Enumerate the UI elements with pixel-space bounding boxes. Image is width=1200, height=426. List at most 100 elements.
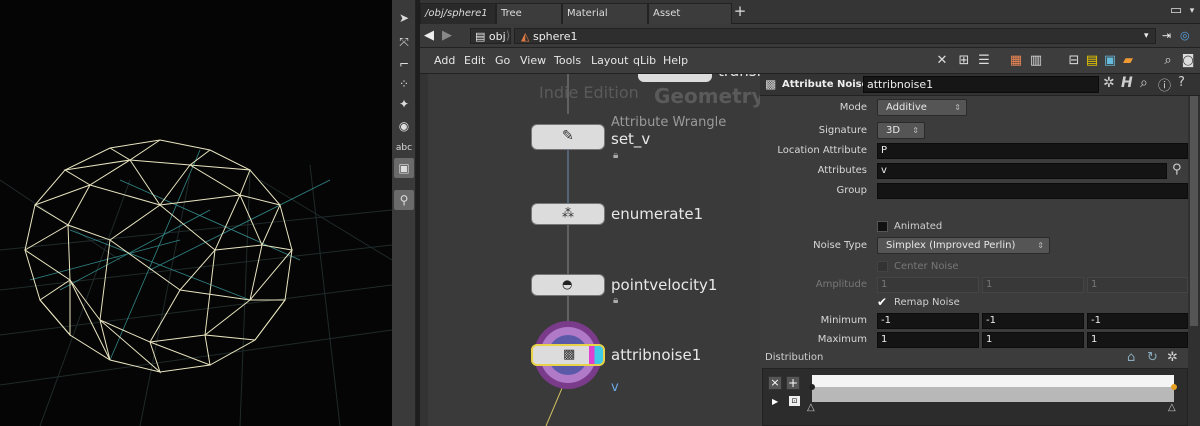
ramp-point-end[interactable] xyxy=(1171,384,1177,390)
menu-view[interactable]: View xyxy=(520,54,546,67)
lock-icon[interactable]: 🔒︎ xyxy=(613,150,618,161)
tab-bar: /obj/sphere1× Tree View× Material Palett… xyxy=(420,0,1200,39)
select-tool-icon[interactable]: ➤ xyxy=(394,8,414,28)
tab-asset-browser[interactable]: Asset Browser× xyxy=(648,3,732,39)
node-attribnoise1[interactable]: ▩ xyxy=(531,344,605,366)
path-root[interactable]: ▤ obj xyxy=(470,28,511,44)
group-label: Group xyxy=(836,185,867,196)
ramp-reset-icon[interactable]: ↻ xyxy=(1147,350,1158,365)
scrollbar-thumb[interactable] xyxy=(1190,96,1198,326)
signature-dropdown[interactable]: 3D ⇕ xyxy=(877,122,925,139)
amplitude-z-field[interactable]: 1 xyxy=(1087,277,1188,293)
wrench-icon[interactable]: ✕ xyxy=(934,53,950,69)
pane-arrow-icon[interactable]: ▾ xyxy=(1184,3,1200,19)
menu-edit[interactable]: Edit xyxy=(464,54,485,67)
forward-icon[interactable]: ▶ xyxy=(442,28,452,44)
layout-icon[interactable]: ⊟ xyxy=(1066,53,1082,69)
text-tool-label[interactable]: abc xyxy=(394,138,414,158)
box-icon[interactable]: ▰ xyxy=(1120,53,1136,69)
noise-type-dropdown[interactable]: Simplex (Improved Perlin) ⇕ xyxy=(877,237,1050,254)
center-noise-checkbox[interactable] xyxy=(877,261,888,272)
node-transform-partial[interactable] xyxy=(638,74,712,82)
noise-type-value: Simplex (Improved Perlin) xyxy=(886,240,1016,251)
ramp-play-icon[interactable]: ▶ xyxy=(772,397,778,406)
camera-icon[interactable]: ◙ xyxy=(1180,53,1196,69)
path-dropdown-icon[interactable]: ▾ xyxy=(1144,28,1149,44)
network-editor[interactable]: transf Indie Edition Geometry ✎ Attribut… xyxy=(420,74,760,426)
location-attribute-field[interactable]: P xyxy=(877,143,1188,159)
ramp-delete-icon[interactable]: × xyxy=(768,376,782,390)
lock-icon[interactable]: 🔒︎ xyxy=(613,295,618,306)
viewport-3d[interactable] xyxy=(0,0,392,426)
points-tool-icon[interactable]: ⁘ xyxy=(394,74,414,94)
node-set-v[interactable]: ✎ xyxy=(531,124,605,150)
add-tab-icon[interactable]: + xyxy=(732,3,748,19)
maximum-z-field[interactable]: 1 xyxy=(1087,332,1188,348)
tab-material-palette[interactable]: Material Palette× xyxy=(562,3,648,39)
minimum-x-field[interactable]: -1 xyxy=(877,313,979,329)
ramp-preset-icon[interactable]: ⌂ xyxy=(1127,350,1135,365)
node-label-pointvelocity1: pointvelocity1 xyxy=(611,276,718,294)
image-icon[interactable]: ▣ xyxy=(1102,53,1118,69)
ramp-key-start-icon[interactable]: △ xyxy=(807,402,815,413)
palette-icon[interactable]: ▦ xyxy=(1008,53,1024,69)
attribute-picker-icon[interactable]: ⚲ xyxy=(1172,162,1182,177)
updown-icon: ⇕ xyxy=(954,103,961,112)
back-icon[interactable]: ◀ xyxy=(424,28,434,44)
tab-network[interactable]: /obj/sphere1× xyxy=(420,3,504,24)
pin-tool-icon[interactable]: ⚲ xyxy=(394,190,414,210)
brush-tool-icon[interactable]: ✦ xyxy=(394,94,414,114)
help-h-icon[interactable]: H xyxy=(1121,75,1133,91)
minimum-y-field[interactable]: -1 xyxy=(982,313,1084,329)
gear-icon[interactable]: ✲ xyxy=(1103,75,1115,91)
mode-label: Mode xyxy=(839,102,867,113)
node-group-hint: v xyxy=(611,380,619,395)
pin-icon[interactable]: ⇥ xyxy=(1162,28,1171,44)
handle-tool-icon[interactable]: ⤧ xyxy=(394,32,414,52)
search-icon[interactable]: ⌕ xyxy=(1140,75,1148,91)
link-icon[interactable]: ◎ xyxy=(1180,28,1190,44)
animated-checkbox[interactable] xyxy=(877,221,888,232)
maximum-x-field[interactable]: 1 xyxy=(877,332,979,348)
checkmark-icon[interactable]: ✔ xyxy=(877,295,887,309)
ground-grid xyxy=(0,164,392,426)
tree-icon[interactable]: ⊞ xyxy=(956,53,972,69)
tab-tree-view[interactable]: Tree View× xyxy=(496,3,562,39)
menu-layout[interactable]: Layout xyxy=(591,54,628,67)
minimum-z-field[interactable]: -1 xyxy=(1087,313,1188,329)
menu-go[interactable]: Go xyxy=(495,54,510,67)
info-icon[interactable]: ⓘ xyxy=(1158,75,1171,94)
list-icon[interactable]: ☰ xyxy=(976,53,992,69)
ramp-key-end-icon[interactable]: △ xyxy=(1168,402,1176,413)
node-enumerate1[interactable]: ⁂ xyxy=(531,203,605,225)
menu-qlib[interactable]: qLib xyxy=(633,54,656,67)
edge-tool-icon[interactable]: ⌐ xyxy=(394,54,414,74)
remap-noise-label: Remap Noise xyxy=(894,297,960,308)
grid-icon[interactable]: ▥ xyxy=(1028,53,1044,69)
location-attribute-label: Location Attribute xyxy=(777,145,867,156)
path-current[interactable]: ◭ sphere1 xyxy=(514,28,1156,44)
pane-menu-icon[interactable]: ▭ xyxy=(1168,3,1184,19)
node-name-field[interactable]: attribnoise1 xyxy=(863,76,1099,93)
search-icon[interactable]: ⌕ xyxy=(1160,53,1176,69)
help-icon[interactable]: ? xyxy=(1178,75,1185,90)
amplitude-y-field[interactable]: 1 xyxy=(982,277,1084,293)
amplitude-x-field[interactable]: 1 xyxy=(877,277,979,293)
menu-tools[interactable]: Tools xyxy=(554,54,581,67)
attributes-field[interactable]: v xyxy=(877,163,1167,179)
amplitude-label: Amplitude xyxy=(815,279,867,290)
group-field[interactable] xyxy=(877,183,1188,199)
node-pointvelocity1[interactable]: ◓ xyxy=(531,274,605,296)
ramp-curve-area[interactable] xyxy=(812,387,1174,402)
image-tool-icon[interactable]: ▣ xyxy=(394,158,414,178)
gear-icon[interactable]: ✲ xyxy=(1167,350,1178,365)
ramp-add-icon[interactable]: + xyxy=(786,376,800,390)
mode-dropdown[interactable]: Additive ⇕ xyxy=(877,99,967,116)
record-tool-icon[interactable]: ◉ xyxy=(394,116,414,136)
menu-help[interactable]: Help xyxy=(663,54,688,67)
note-icon[interactable]: ▤ xyxy=(1084,53,1100,69)
menu-add[interactable]: Add xyxy=(434,54,455,67)
maximum-y-field[interactable]: 1 xyxy=(982,332,1084,348)
ramp-link-icon[interactable]: ⊡ xyxy=(789,396,800,406)
ramp-point-start[interactable] xyxy=(809,384,815,390)
